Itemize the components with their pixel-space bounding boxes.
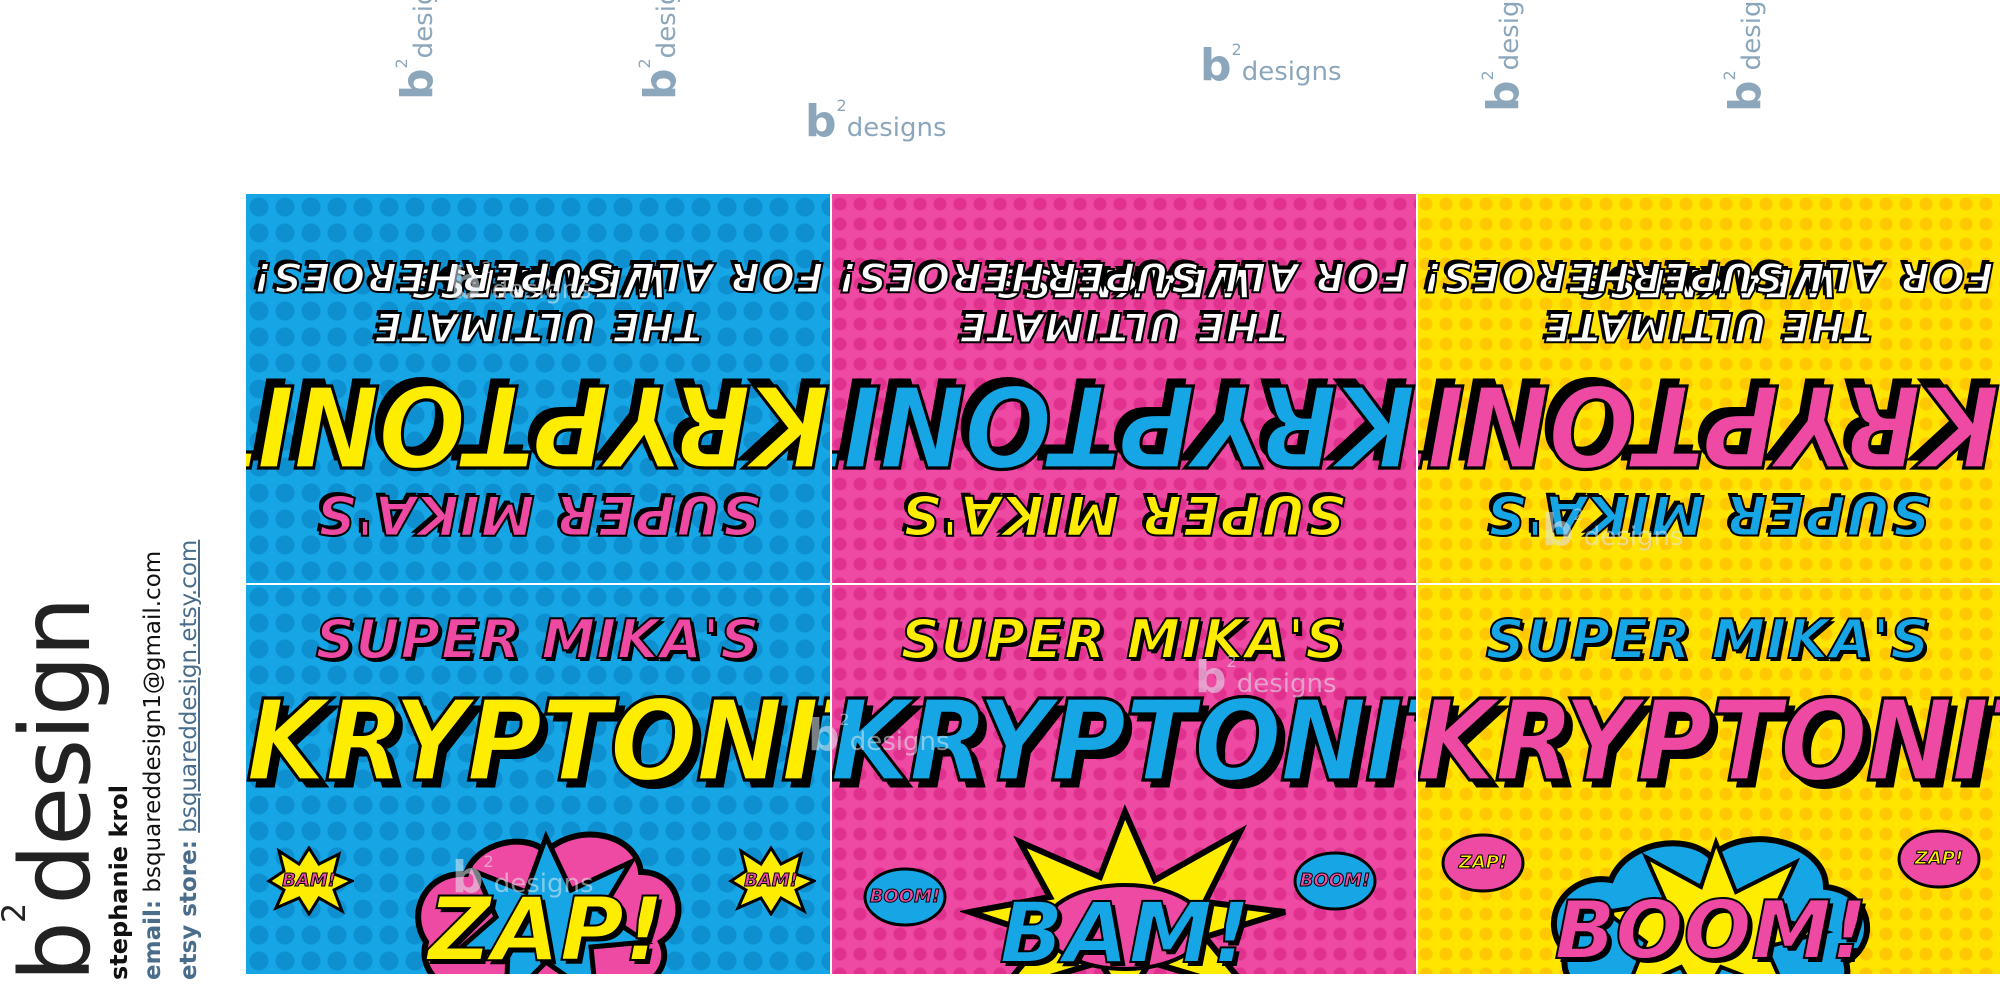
mini-burst-left: BOOM! xyxy=(860,862,950,932)
label-back-flipped: SUPER MIKA'S KRYPTONITE THE ULTIMATE WEA… xyxy=(830,194,1416,584)
burst-text: BAM! xyxy=(999,883,1252,974)
watermark-logo: b2designs xyxy=(452,852,594,903)
watermark-logo: b2designs xyxy=(450,258,592,309)
designer-name: stephanie krol xyxy=(105,785,133,980)
label-front: SUPER MIKA'S KRYPTONITE BAM! BOOM! BOOM! xyxy=(830,584,1416,974)
watermark-logo: b2designs xyxy=(1542,505,1684,556)
product-title: KRYPTONITE xyxy=(830,358,1416,493)
burst-text: BOOM! xyxy=(1553,883,1868,974)
email-line: email: bsquareddesign1@gmail.com xyxy=(140,551,166,980)
branding-panel: b2design stephanie krol email: bsquaredd… xyxy=(0,0,230,1000)
watermark-logo: b2designs xyxy=(635,0,686,100)
watermark-logo: b2designs xyxy=(1478,0,1529,112)
label-front: SUPER MIKA'S KRYPTONITE BOOM! ZAP! ZAP! xyxy=(1416,584,2000,974)
watermark-logo: b2designs xyxy=(1200,40,1342,91)
boom-burst: BOOM! xyxy=(1536,802,1886,974)
product-title: KRYPTONITE xyxy=(246,358,830,493)
small-name: SUPER MIKA'S xyxy=(1485,482,1931,547)
tagline-line-2: FOR ALL SUPERHEROES! xyxy=(1422,252,1995,300)
store-line: etsy store: bsquareddesign.etsy.com xyxy=(176,540,202,980)
small-name: SUPER MIKA'S xyxy=(315,482,761,547)
fold-line xyxy=(246,583,2000,585)
product-title: KRYPTONITE xyxy=(1416,358,2000,493)
watermark-logo: b2designs xyxy=(808,710,950,761)
watermark-logo: b2designs xyxy=(805,96,947,147)
product-title: KRYPTONITE xyxy=(1416,673,2000,808)
watermark-logo: b2designs xyxy=(392,0,443,100)
store-label: etsy store: xyxy=(176,840,202,980)
mini-burst-left: BAM! xyxy=(264,845,356,917)
label-back-flipped: SUPER MIKA'S KRYPTONITE THE ULTIMATE WEA… xyxy=(246,194,830,584)
product-title: KRYPTONITE xyxy=(246,673,830,808)
small-name: SUPER MIKA'S xyxy=(1485,607,1931,672)
label-back-flipped: SUPER MIKA'S KRYPTONITE THE ULTIMATE WEA… xyxy=(1416,194,2000,584)
small-name: SUPER MIKA'S xyxy=(315,607,761,672)
watermark-logo: b2designs xyxy=(1720,0,1771,112)
label-front: SUPER MIKA'S KRYPTONITE ZAP! BAM! BAM! xyxy=(246,584,830,974)
email-label: email: xyxy=(140,899,166,980)
bam-burst: BAM! xyxy=(958,802,1290,974)
small-name: SUPER MIKA'S xyxy=(900,482,1346,547)
mini-burst-right: ZAP! xyxy=(1894,824,1984,894)
brand-logo: b2design xyxy=(0,598,112,982)
email-address[interactable]: bsquareddesign1@gmail.com xyxy=(140,551,166,893)
mini-burst-right: BAM! xyxy=(726,845,818,917)
mini-burst-right: BOOM! xyxy=(1290,846,1380,916)
store-link[interactable]: bsquareddesign.etsy.com xyxy=(176,540,202,833)
tagline-line-2: FOR ALL SUPERHEROES! xyxy=(837,252,1410,300)
watermark-logo: b2designs xyxy=(1195,652,1337,703)
mini-burst-left: ZAP! xyxy=(1438,828,1528,898)
